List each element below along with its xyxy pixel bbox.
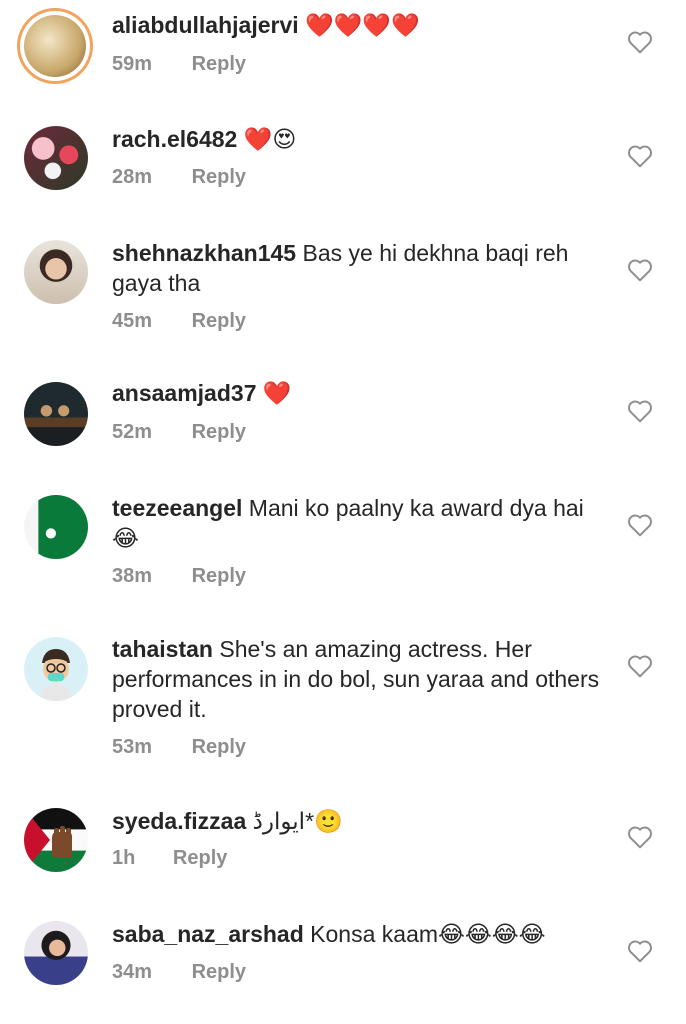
heart-outline-icon[interactable] [627,654,653,678]
comment-time: 52m [112,421,153,443]
comment-username[interactable]: ansaamjad37 [112,380,256,406]
heart-outline-icon[interactable] [627,825,653,849]
comment-emoji: ❤️ [262,381,292,407]
avatar[interactable] [24,240,88,304]
comment-username[interactable]: tahaistan [112,636,213,662]
reply-button[interactable]: Reply [192,166,246,188]
heart-outline-icon[interactable] [627,30,653,54]
reply-button[interactable]: Reply [192,310,246,332]
reply-button[interactable]: Reply [192,421,246,443]
comment-time: 34m [112,961,153,983]
comment-text: Konsa kaam [310,921,439,947]
avatar[interactable] [24,126,88,190]
heart-outline-icon[interactable] [627,939,653,963]
comment-username[interactable]: shehnazkhan145 [112,240,296,266]
avatar-illustration [38,649,74,701]
comment-username[interactable]: aliabdullahjajervi [112,12,299,38]
comment-username[interactable]: saba_naz_arshad [112,921,304,947]
avatar[interactable] [24,382,88,446]
comment-emoji: ❤️😍 [243,127,297,153]
comment-emoji: ❤️❤️❤️❤️ [305,13,420,39]
comment-time: 1h [112,847,136,869]
reply-button[interactable]: Reply [173,847,227,869]
comment-time: 59m [112,53,153,75]
comment-username[interactable]: syeda.fizzaa [112,808,246,834]
comment-time: 53m [112,736,153,758]
avatar[interactable] [17,8,93,84]
comment-username[interactable]: rach.el6482 [112,126,237,152]
reply-button[interactable]: Reply [192,736,246,758]
heart-outline-icon[interactable] [627,144,653,168]
comment-username[interactable]: teezeeangel [112,495,242,521]
comment-text: Mani ko paalny ka award dya hai [248,495,584,521]
heart-outline-icon[interactable] [627,258,653,282]
avatar[interactable] [24,808,88,872]
reply-button[interactable]: Reply [192,565,246,587]
comment-time: 28m [112,166,153,188]
comment-text: ایوارڈ* [252,808,315,834]
comment-time: 38m [112,565,153,587]
comment-emoji: 😂 [112,526,139,552]
comment-emoji: 😂😂😂😂 [438,922,546,948]
avatar[interactable] [24,495,88,559]
avatar[interactable] [24,921,88,985]
avatar-illustration [24,808,72,872]
comment-time: 45m [112,310,153,332]
heart-outline-icon[interactable] [627,513,653,537]
heart-outline-icon[interactable] [627,399,653,423]
comment-emoji: 🙂 [314,809,343,835]
reply-button[interactable]: Reply [192,961,246,983]
avatar[interactable] [24,637,88,701]
reply-button[interactable]: Reply [192,53,246,75]
